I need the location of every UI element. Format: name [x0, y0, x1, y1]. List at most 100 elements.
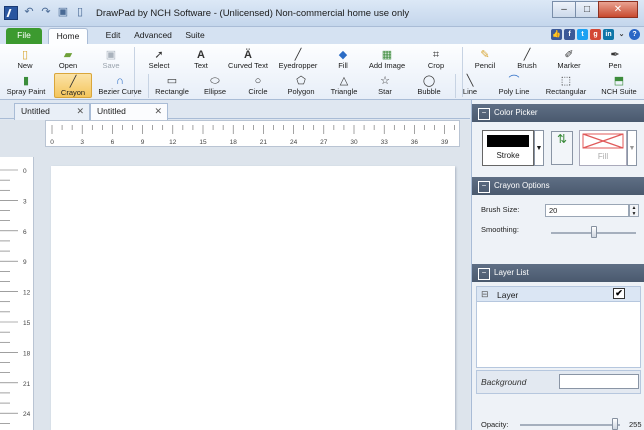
redo-icon[interactable]: ↷: [39, 5, 53, 20]
new-button[interactable]: ▯ New: [12, 49, 38, 70]
collapse-layer-icon[interactable]: ⊟: [481, 289, 489, 300]
spray-paint-button[interactable]: ▮ Spray Paint: [4, 75, 48, 96]
ruler-label: 3: [80, 139, 84, 146]
marker-button[interactable]: ✐ Marker: [554, 49, 584, 70]
help-icon[interactable]: ?: [629, 29, 640, 40]
document-tab-active[interactable]: Untitled ✕: [90, 103, 168, 120]
select-button[interactable]: ➚ Select: [144, 49, 174, 70]
brush-size-stepper[interactable]: ▲ ▼: [629, 204, 639, 217]
document-tab[interactable]: Untitled ✕: [14, 103, 90, 120]
crayon-button[interactable]: ╱ Crayon: [54, 73, 92, 98]
color-picker-header[interactable]: Color Picker: [472, 104, 644, 122]
google-plus-icon[interactable]: g: [590, 29, 601, 40]
crayon-options-header[interactable]: Crayon Options: [472, 177, 644, 195]
opacity-value: 255: [629, 420, 642, 429]
close-tab-icon[interactable]: ✕: [76, 104, 84, 119]
rectangle-button[interactable]: ▭ Rectangle: [152, 75, 192, 96]
curved-text-icon: Ä: [244, 49, 252, 61]
brush-size-input[interactable]: 20: [545, 204, 629, 217]
poly-line-button[interactable]: ⌒ Poly Line: [496, 75, 532, 96]
ruler-label: 18: [23, 350, 31, 357]
save-button[interactable]: ▣ Save: [98, 49, 124, 70]
circle-button[interactable]: ○ Circle: [244, 75, 272, 96]
close-tab-icon[interactable]: ✕: [154, 104, 162, 119]
tab-file[interactable]: File: [6, 28, 42, 44]
rectangle-icon: ▭: [166, 75, 178, 87]
layer-row[interactable]: ⊟ Layer ✔: [476, 286, 641, 302]
ruler-label: 6: [23, 229, 27, 236]
bezier-curve-button[interactable]: ∩ Bezier Curve: [96, 75, 144, 96]
smoothing-slider-thumb[interactable]: [590, 226, 597, 238]
horizontal-ruler: 0 3 6 9 12 15 18 21 24 27 30 33 36 39: [45, 120, 460, 147]
open-folder-icon: ▰: [63, 49, 73, 61]
stroke-swatch[interactable]: Stroke: [482, 130, 534, 166]
crop-button[interactable]: ⌗ Crop: [422, 49, 450, 70]
ruler-label: 6: [111, 139, 115, 146]
social-links: 👍 f t g in ⌄ ?: [551, 29, 640, 40]
line-icon: ╲: [466, 75, 474, 87]
layer-list-header[interactable]: Layer List: [472, 264, 644, 282]
line-button[interactable]: ╲ Line: [460, 75, 480, 96]
pencil-button[interactable]: ✎ Pencil: [470, 49, 500, 70]
facebook-icon[interactable]: f: [564, 29, 575, 40]
chevron-down-icon[interactable]: ⌄: [616, 29, 627, 40]
bubble-button[interactable]: ◯ Bubble: [415, 75, 443, 96]
nch-suite-button[interactable]: ⬒ NCH Suite: [599, 75, 639, 96]
fill-bucket-icon: ◆: [338, 49, 348, 61]
background-row[interactable]: Background: [476, 370, 641, 394]
ruler-label: 12: [169, 139, 177, 146]
app-logo-icon[interactable]: [4, 6, 18, 20]
ruler-label: 27: [320, 139, 328, 146]
new-document-icon[interactable]: ▯: [73, 5, 87, 20]
star-button[interactable]: ☆ Star: [374, 75, 396, 96]
linkedin-icon[interactable]: in: [603, 29, 614, 40]
save-icon[interactable]: ▣: [56, 5, 70, 20]
window-title: DrawPad by NCH Software - (Unlicensed) N…: [96, 8, 410, 19]
ruler-label: 9: [23, 259, 27, 266]
rectangular-button[interactable]: ⬚ Rectangular: [543, 75, 589, 96]
ruler-label: 15: [199, 139, 207, 146]
ribbon-toolbar: ▯ New ▰ Open ▣ Save ➚ Select A Text Ä Curved T…: [0, 44, 644, 100]
background-color-swatch[interactable]: [559, 374, 639, 389]
ruler-label: 24: [290, 139, 298, 146]
text-button[interactable]: A Text: [188, 49, 214, 70]
opacity-slider-thumb[interactable]: [612, 418, 618, 430]
triangle-button[interactable]: △ Triangle: [328, 75, 360, 96]
minimize-button[interactable]: –: [552, 1, 576, 18]
eyedropper-button[interactable]: ╱ Eyedropper: [277, 49, 319, 70]
star-icon: ☆: [380, 75, 390, 87]
chevron-down-icon: ▼: [535, 145, 543, 152]
crop-icon: ⌗: [432, 49, 440, 61]
polygon-button[interactable]: ⬠ Polygon: [284, 75, 318, 96]
open-button[interactable]: ▰ Open: [54, 49, 82, 70]
nch-suite-icon: ⬒: [613, 75, 625, 87]
swap-colors-button[interactable]: ⇅: [551, 131, 573, 165]
twitter-icon[interactable]: t: [577, 29, 588, 40]
close-button[interactable]: ✕: [598, 1, 638, 18]
fill-button[interactable]: ◆ Fill: [330, 49, 356, 70]
opacity-slider[interactable]: [520, 424, 620, 426]
title-bar: ↶ ↷ ▣ ▯ DrawPad by NCH Software - (Unlic…: [0, 0, 644, 27]
fill-swatch[interactable]: Fill: [579, 130, 627, 166]
tab-edit[interactable]: Edit: [98, 28, 128, 44]
pen-button[interactable]: ✒ Pen: [602, 49, 628, 70]
layer-visible-checkbox[interactable]: ✔: [613, 288, 625, 299]
add-image-button[interactable]: ▦ Add Image: [367, 49, 407, 70]
undo-icon[interactable]: ↶: [22, 5, 36, 20]
crayon-icon: ╱: [69, 76, 77, 88]
tab-advanced[interactable]: Advanced: [132, 28, 174, 44]
minimize-icon: –: [561, 4, 567, 15]
polygon-icon: ⬠: [296, 75, 306, 87]
like-icon[interactable]: 👍: [551, 29, 562, 40]
fill-dropdown[interactable]: ▼: [627, 130, 637, 166]
curved-text-button[interactable]: Ä Curved Text: [225, 49, 271, 70]
tab-suite[interactable]: Suite: [180, 28, 210, 44]
spray-paint-icon: ▮: [22, 75, 30, 87]
ellipse-button[interactable]: ⬭ Ellipse: [201, 75, 229, 96]
stroke-dropdown[interactable]: ▼: [534, 130, 544, 166]
maximize-button[interactable]: □: [575, 1, 599, 18]
drawing-canvas[interactable]: [51, 166, 455, 430]
tab-home[interactable]: Home: [48, 28, 88, 44]
window-controls: – □ ✕: [552, 1, 638, 18]
brush-button[interactable]: ╱ Brush: [512, 49, 542, 70]
